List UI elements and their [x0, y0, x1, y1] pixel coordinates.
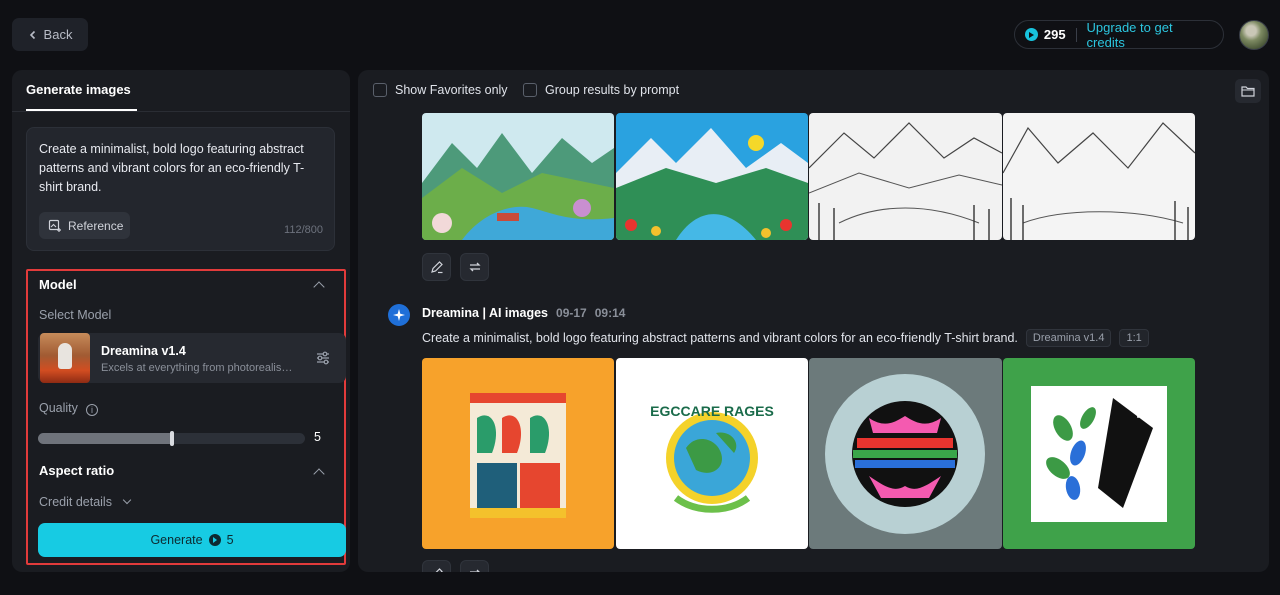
checkbox[interactable] [373, 83, 387, 97]
quality-value: 5 [314, 430, 321, 444]
regenerate-button[interactable] [460, 253, 489, 281]
chevron-left-icon [29, 30, 35, 39]
landscape-image [616, 113, 808, 240]
refresh-icon [468, 262, 481, 272]
edit-button[interactable] [422, 253, 451, 281]
regenerate-button[interactable] [460, 560, 489, 572]
landscape-image [422, 113, 614, 240]
generate-panel: Generate images Create a minimalist, bol… [12, 70, 350, 572]
back-button[interactable]: Back [12, 18, 88, 51]
model-name: Dreamina v1.4 [101, 344, 186, 358]
avatar[interactable] [1239, 20, 1269, 50]
group-results-toggle[interactable]: Group results by prompt [523, 83, 679, 97]
result-image[interactable] [809, 113, 1002, 240]
folder-button[interactable] [1235, 79, 1261, 103]
credit-icon [1025, 28, 1038, 41]
result-image[interactable] [1003, 358, 1195, 549]
show-favorites-toggle[interactable]: Show Favorites only [373, 83, 508, 97]
model-tag: Dreamina v1.4 [1025, 329, 1112, 347]
generate-cost: 5 [226, 533, 234, 547]
credits-count: 295 [1043, 27, 1066, 42]
chevron-up-icon[interactable] [313, 281, 325, 293]
info-icon[interactable]: i [86, 404, 98, 416]
credits-pill[interactable]: 295 Upgrade to get credits [1014, 20, 1224, 50]
show-favorites-label: Show Favorites only [395, 83, 508, 97]
ratio-tag: 1:1 [1119, 329, 1149, 347]
result-image[interactable] [1003, 113, 1195, 240]
model-section-title: Model [39, 277, 77, 292]
group-results-label: Group results by prompt [545, 83, 680, 97]
model-thumbnail [40, 333, 90, 383]
chevron-down-icon[interactable] [122, 495, 132, 505]
result-image[interactable]: EGCCARE RAGES [616, 358, 808, 549]
reference-label: Reference [68, 218, 124, 233]
aspect-ratio-title: Aspect ratio [39, 463, 115, 478]
result-image[interactable] [422, 358, 614, 549]
folder-icon [1241, 86, 1255, 97]
result-meta: Dreamina | AI images 09-17 09:14 [422, 306, 625, 320]
chevron-up-icon[interactable] [313, 468, 325, 480]
result-author: Dreamina | AI images [422, 306, 549, 320]
tab-generate-images[interactable]: Generate images [26, 82, 131, 97]
pencil-icon [435, 568, 443, 572]
result-image[interactable] [422, 113, 614, 240]
divider [12, 111, 350, 112]
result-time: 09:14 [594, 306, 626, 320]
prompt-input[interactable]: Create a minimalist, bold logo featuring… [26, 127, 335, 251]
edit-button[interactable] [422, 560, 451, 572]
landscape-image [1003, 113, 1195, 240]
credit-icon [208, 534, 221, 546]
model-section: Model Select Model Dreamina v1.4 Excels … [26, 269, 346, 565]
eco-globe-logo-image: EGCCARE RAGES [616, 358, 808, 549]
model-selector[interactable]: Dreamina v1.4 Excels at everything from … [38, 333, 346, 383]
prompt-text[interactable]: Create a minimalist, bold logo featuring… [39, 140, 324, 197]
upgrade-link[interactable]: Upgrade to get credits [1087, 20, 1213, 50]
image-add-icon [48, 219, 61, 232]
result-prompt: Create a minimalist, bold logo featuring… [422, 331, 1018, 345]
select-model-label: Select Model [39, 308, 112, 322]
logo-text: EGCCARE RAGES [650, 403, 774, 419]
abstract-logo-image [422, 358, 614, 549]
results-panel: Show Favorites only Group results by pro… [358, 70, 1269, 572]
model-description: Excels at everything from photorealism t… [101, 362, 301, 374]
generate-label: Generate [150, 533, 203, 547]
slider-fill [38, 433, 172, 444]
quality-label: Quality [39, 401, 78, 415]
quality-slider[interactable] [38, 431, 305, 446]
abstract-circle-logo-image [809, 358, 1002, 549]
back-label: Back [43, 27, 73, 42]
result-image[interactable] [616, 113, 808, 240]
result-date: 09-17 [556, 306, 587, 320]
pill-divider [1075, 27, 1077, 42]
leaf-hand-logo-image [1003, 358, 1195, 549]
checkbox[interactable] [523, 83, 537, 97]
pencil-icon [430, 261, 443, 274]
refresh-icon [469, 569, 480, 572]
credit-details-toggle[interactable]: Credit details [39, 495, 112, 509]
landscape-image [809, 113, 1002, 240]
generate-button[interactable]: Generate 5 [38, 523, 346, 557]
slider-handle[interactable] [169, 431, 174, 446]
char-count: 112/800 [284, 224, 323, 236]
reference-button[interactable]: Reference [39, 212, 130, 239]
dreamina-logo-icon [388, 304, 410, 326]
result-image[interactable] [809, 358, 1002, 549]
result-prompt-row: Create a minimalist, bold logo featuring… [422, 329, 1149, 347]
sliders-icon[interactable] [315, 350, 331, 366]
